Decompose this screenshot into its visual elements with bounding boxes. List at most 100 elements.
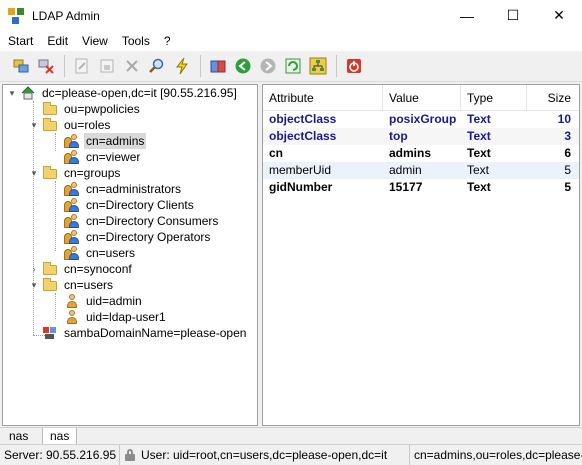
delete-button[interactable] xyxy=(120,54,144,78)
edit-entry-button[interactable] xyxy=(70,54,94,78)
toolbar-separator xyxy=(336,55,337,77)
group-icon xyxy=(64,213,80,229)
menu-view[interactable]: View xyxy=(75,31,115,51)
cell-value: admins xyxy=(389,146,432,160)
disconnect-button[interactable] xyxy=(34,54,58,78)
cell-attribute: objectClass xyxy=(269,112,337,126)
grid-header: Attribute Value Type Size xyxy=(263,85,579,111)
tree-node-groups[interactable]: ▾ cn=groups xyxy=(29,165,122,181)
tree-view-button[interactable] xyxy=(306,54,330,78)
exit-icon xyxy=(347,59,361,73)
tree-node-uid-admin[interactable]: uid=admin xyxy=(64,293,144,309)
lock-icon xyxy=(124,448,136,461)
tree-icon xyxy=(309,57,327,75)
menu-help[interactable]: ? xyxy=(157,31,178,51)
column-header-attribute[interactable]: Attribute xyxy=(263,85,383,111)
refresh-button[interactable] xyxy=(281,54,305,78)
cell-size: 3 xyxy=(564,129,571,143)
tree-node-administrators[interactable]: cn=administrators xyxy=(64,181,183,197)
tab-nas-1[interactable]: nas xyxy=(2,428,35,445)
minimize-button[interactable]: — xyxy=(444,0,490,31)
folder-open-icon xyxy=(42,117,58,133)
cell-attribute: cn xyxy=(269,146,284,160)
exit-button[interactable] xyxy=(342,54,366,78)
cell-type: Text xyxy=(467,146,491,160)
group-icon xyxy=(64,229,80,245)
connect-icon xyxy=(13,59,29,73)
cell-attribute: objectClass xyxy=(269,129,337,143)
cell-type: Text xyxy=(467,129,491,143)
collapse-arrow-icon[interactable]: ▾ xyxy=(29,117,39,133)
back-button[interactable] xyxy=(231,54,255,78)
tab-nas-2[interactable]: nas xyxy=(42,428,78,445)
group-icon xyxy=(64,245,80,261)
menu-tools[interactable]: Tools xyxy=(115,31,157,51)
search-button[interactable] xyxy=(145,54,169,78)
maximize-button[interactable]: ☐ xyxy=(490,0,536,31)
status-dn: cn=admins,ou=roles,dc=please-open,dc=it xyxy=(414,447,582,462)
table-row[interactable]: gidNumber 15177 Text 5 xyxy=(263,179,579,196)
samba-domain-icon xyxy=(42,325,58,341)
title-bar: LDAP Admin — ☐ ✕ xyxy=(0,0,582,31)
table-row[interactable]: memberUid admin Text 5 xyxy=(263,162,579,179)
group-icon xyxy=(64,149,80,165)
tree-node-label: cn=Directory Clients xyxy=(86,198,194,212)
column-header-value[interactable]: Value xyxy=(383,85,461,111)
tree-node-users[interactable]: ▾ cn=users xyxy=(29,277,115,293)
properties-button[interactable] xyxy=(95,54,119,78)
table-row[interactable]: cn admins Text 6 xyxy=(263,145,579,162)
attributes-grid[interactable]: Attribute Value Type Size objectClass po… xyxy=(262,84,580,426)
tree-node-directory-consumers[interactable]: cn=Directory Consumers xyxy=(64,213,220,229)
flash-button[interactable] xyxy=(170,54,194,78)
group-icon xyxy=(64,197,80,213)
tree-node-samba-domain[interactable]: sambaDomainName=please-open xyxy=(42,325,248,341)
tree-node-viewer[interactable]: cn=viewer xyxy=(64,149,142,165)
tree-node-label: cn=users xyxy=(86,246,136,260)
menu-bar: Start Edit View Tools ? xyxy=(0,31,582,51)
cell-value: posixGroup xyxy=(389,112,457,126)
status-user: User: uid=root,cn=users,dc=please-open,d… xyxy=(141,447,388,462)
column-header-size[interactable]: Size xyxy=(527,85,579,111)
tree-node-uid-ldap-user1[interactable]: uid=ldap-user1 xyxy=(64,309,168,325)
properties-icon xyxy=(100,59,114,73)
folder-icon xyxy=(42,101,58,117)
menu-edit[interactable]: Edit xyxy=(40,31,75,51)
disconnect-icon xyxy=(38,59,54,74)
connect-button[interactable] xyxy=(9,54,33,78)
table-row[interactable]: objectClass posixGroup Text 10 xyxy=(263,111,579,128)
directory-tree[interactable]: ▾ dc=please-open,dc=it [90.55.216.95] ou… xyxy=(2,84,258,426)
forward-button[interactable] xyxy=(256,54,280,78)
tree-node-directory-operators[interactable]: cn=Directory Operators xyxy=(64,229,212,245)
back-icon xyxy=(235,58,251,74)
collapse-arrow-icon[interactable]: ▾ xyxy=(7,85,17,101)
menu-start[interactable]: Start xyxy=(0,31,40,51)
user-icon xyxy=(64,309,80,325)
toolbar-separator xyxy=(64,55,65,77)
collapse-arrow-icon[interactable]: ▾ xyxy=(29,277,39,293)
tree-node-root[interactable]: ▾ dc=please-open,dc=it [90.55.216.95] xyxy=(7,85,239,101)
tree-node-label: cn=viewer xyxy=(86,150,141,164)
tree-node-roles[interactable]: ▾ ou=roles xyxy=(29,117,112,133)
tree-node-label: uid=admin xyxy=(86,294,142,308)
close-button[interactable]: ✕ xyxy=(536,0,582,31)
tree-node-directory-clients[interactable]: cn=Directory Clients xyxy=(64,197,196,213)
tree-node-admins[interactable]: cn=admins xyxy=(64,133,147,149)
cell-size: 10 xyxy=(557,112,571,126)
forward-icon xyxy=(260,58,276,74)
cell-size: 5 xyxy=(564,180,571,194)
cell-size: 5 xyxy=(564,163,571,177)
tree-node-users-group[interactable]: cn=users xyxy=(64,245,137,261)
tree-node-label: uid=ldap-user1 xyxy=(86,310,166,324)
ldap-admin-app-icon xyxy=(8,7,24,24)
column-header-type[interactable]: Type xyxy=(461,85,527,111)
cell-attribute: memberUid xyxy=(269,163,332,177)
expand-arrow-icon[interactable]: › xyxy=(29,261,39,277)
folder-open-icon xyxy=(42,277,58,293)
user-icon xyxy=(64,293,80,309)
schema-button[interactable] xyxy=(206,54,230,78)
tree-node-pwpolicies[interactable]: ou=pwpolicies xyxy=(29,101,142,117)
collapse-arrow-icon[interactable]: ▾ xyxy=(29,165,39,181)
server-home-icon xyxy=(20,85,36,101)
tree-node-synoconf[interactable]: › cn=synoconf xyxy=(29,261,134,277)
table-row[interactable]: objectClass top Text 3 xyxy=(263,128,579,145)
